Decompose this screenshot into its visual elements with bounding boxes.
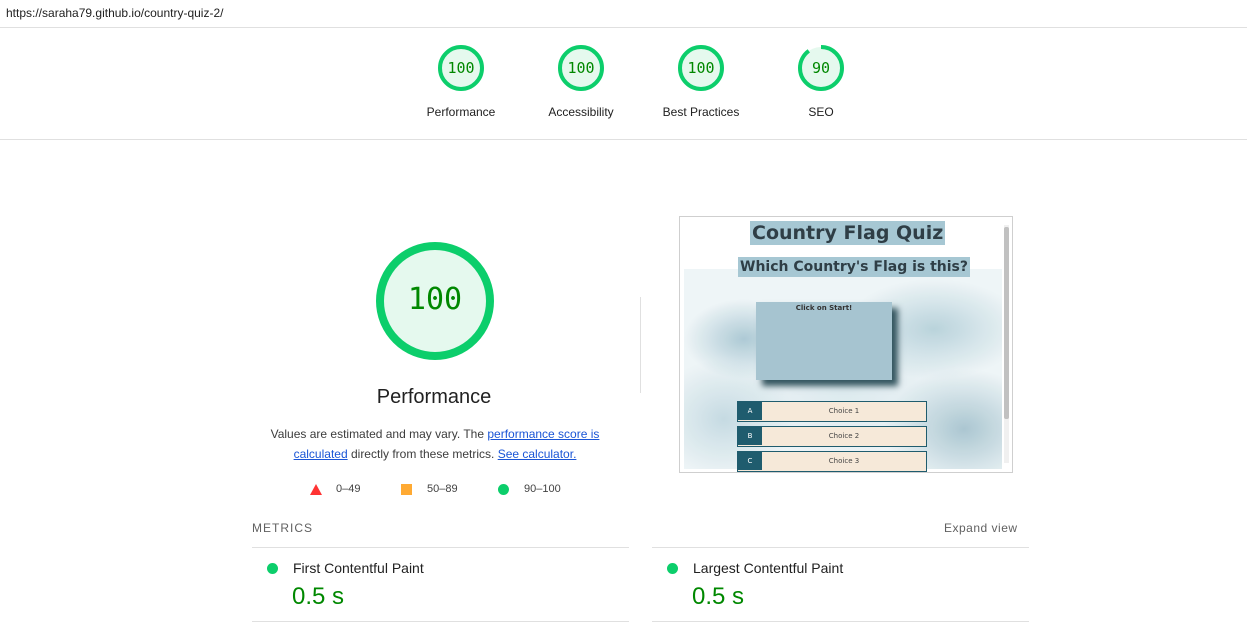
divider bbox=[252, 621, 629, 622]
see-calculator-link[interactable]: See calculator. bbox=[498, 447, 577, 461]
legend-range: 50–89 bbox=[427, 483, 458, 495]
page-url[interactable]: https://saraha79.github.io/country-quiz-… bbox=[6, 6, 223, 20]
divider bbox=[652, 621, 1029, 622]
url-bar: https://saraha79.github.io/country-quiz-… bbox=[0, 0, 1247, 28]
choice-c: C Choice 3 bbox=[737, 451, 927, 472]
desc-text: Values are estimated and may vary. The bbox=[270, 427, 488, 441]
choice-label: Choice 1 bbox=[828, 407, 860, 415]
gauge-accessibility[interactable]: 100 Accessibility bbox=[531, 44, 631, 119]
gauge-score: 100 bbox=[567, 59, 595, 77]
legend-range: 0–49 bbox=[336, 483, 361, 495]
quiz-title: Country Flag Quiz bbox=[750, 221, 946, 245]
divider bbox=[252, 547, 629, 548]
choice-b: B Choice 2 bbox=[737, 426, 927, 447]
gauge-score: 100 bbox=[447, 59, 475, 77]
pass-circle-icon bbox=[667, 563, 678, 574]
choice-label: Choice 3 bbox=[828, 457, 860, 465]
gauge-ring: 100 bbox=[677, 44, 725, 92]
desc-text: directly from these metrics. bbox=[347, 447, 498, 461]
gauge-label: Best Practices bbox=[662, 105, 740, 119]
choice-key: A bbox=[738, 402, 762, 420]
gauge-label: SEO bbox=[808, 105, 834, 119]
metric-value-fcp: 0.5 s bbox=[292, 583, 345, 610]
gauge-best-practices[interactable]: 100 Best Practices bbox=[651, 44, 751, 119]
square-icon bbox=[401, 484, 412, 495]
gauge-label: Accessibility bbox=[548, 105, 614, 119]
gauge-ring: 90 bbox=[797, 44, 845, 92]
divider bbox=[652, 547, 1029, 548]
circle-icon bbox=[498, 484, 509, 495]
expand-view-button[interactable]: Expand view bbox=[944, 521, 1018, 535]
final-screenshot[interactable]: Country Flag Quiz Which Country's Flag i… bbox=[679, 216, 1013, 473]
choice-label: Choice 2 bbox=[828, 432, 860, 440]
legend-range: 90–100 bbox=[524, 483, 561, 495]
choice-key: B bbox=[738, 427, 762, 445]
performance-description: Values are estimated and may vary. The p… bbox=[254, 424, 616, 464]
performance-score: 100 bbox=[407, 282, 463, 317]
category-gauges: 100 Performance 100 Accessibility 100 Be… bbox=[0, 29, 1247, 140]
pass-circle-icon bbox=[267, 563, 278, 574]
triangle-icon bbox=[310, 484, 322, 495]
metrics-header: METRICS bbox=[252, 521, 313, 535]
metric-title-fcp: First Contentful Paint bbox=[293, 560, 424, 576]
gauge-ring: 100 bbox=[557, 44, 605, 92]
quiz-subtitle: Which Country's Flag is this? bbox=[738, 257, 971, 277]
metric-title-lcp: Largest Contentful Paint bbox=[693, 560, 844, 576]
performance-title: Performance bbox=[376, 386, 492, 408]
divider bbox=[640, 297, 641, 393]
gauge-ring: 100 bbox=[437, 44, 485, 92]
choice-key: C bbox=[738, 452, 762, 470]
scrollbar-thumb bbox=[1004, 227, 1009, 419]
gauge-label: Performance bbox=[426, 105, 496, 119]
gauge-performance[interactable]: 100 Performance bbox=[411, 44, 511, 119]
start-prompt: Click on Start! bbox=[795, 304, 853, 312]
gauge-score: 100 bbox=[687, 59, 715, 77]
gauge-seo[interactable]: 90 SEO bbox=[771, 44, 871, 119]
flag-box: Click on Start! bbox=[756, 302, 892, 380]
metric-value-lcp: 0.5 s bbox=[692, 583, 745, 610]
performance-gauge-large: 100 bbox=[374, 240, 496, 362]
choice-a: A Choice 1 bbox=[737, 401, 927, 422]
gauge-score: 90 bbox=[811, 59, 831, 77]
